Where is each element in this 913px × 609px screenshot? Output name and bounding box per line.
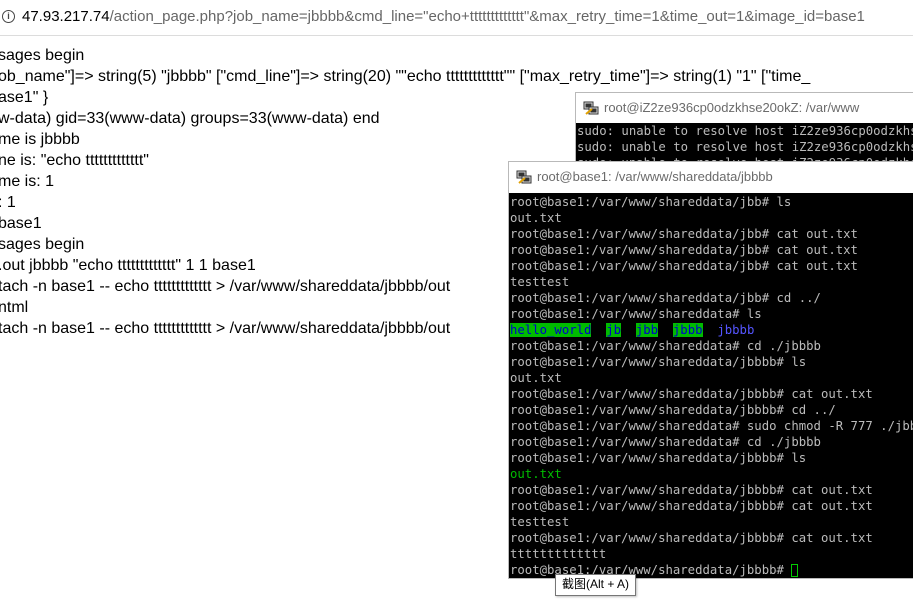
window-title: root@iZ2ze936cp0odzkhse20okZ: /var/www bbox=[604, 100, 860, 115]
window-title: root@base1: /var/www/shareddata/jbbbb bbox=[537, 169, 773, 184]
terminal-line: root@base1:/var/www/shareddata/jbbbb# cd… bbox=[510, 403, 836, 417]
terminal-line: root@base1:/var/www/shareddata/jbb# cat … bbox=[510, 259, 858, 273]
output-line: tach -n base1 -- echo ttttttttttttt > /v… bbox=[0, 320, 451, 337]
url-path: /action_page.php?job_name=jbbbb&cmd_line… bbox=[109, 8, 865, 25]
putty-icon bbox=[516, 170, 532, 184]
screenshot-tooltip: 截图(Alt + A) bbox=[555, 574, 637, 596]
terminal-screen[interactable]: root@base1:/var/www/shareddata/jbb# ls o… bbox=[509, 193, 913, 578]
terminal-line: root@base1:/var/www/shareddata/jbb# cat … bbox=[510, 243, 858, 257]
terminal-line: root@base1:/var/www/shareddata/jbbbb# ls bbox=[510, 355, 807, 369]
terminal-line: root@base1:/var/www/shareddata# sudo chm… bbox=[510, 419, 913, 433]
terminal-line: root@base1:/var/www/shareddata# cd ./jbb… bbox=[510, 339, 821, 353]
dir-entry: jbb bbox=[635, 323, 659, 337]
putty-icon bbox=[583, 101, 599, 115]
output-line: sages begin bbox=[0, 47, 85, 64]
window-title-bar[interactable]: root@base1: /var/www/shareddata/jbbbb bbox=[509, 162, 913, 192]
output-line: base1 bbox=[0, 215, 42, 232]
dir-entry: jb bbox=[606, 323, 622, 337]
terminal-line: out.txt bbox=[510, 467, 562, 481]
output-line: me is jbbbb bbox=[0, 131, 80, 148]
output-line: ase1" } bbox=[0, 89, 49, 106]
dir-entry: jbbb bbox=[672, 323, 703, 337]
terminal-line: testtest bbox=[510, 275, 570, 289]
info-icon[interactable]: i bbox=[2, 10, 15, 23]
terminal-line: root@base1:/var/www/shareddata# cd ./jbb… bbox=[510, 435, 821, 449]
terminal-line: ttttttttttttt bbox=[510, 547, 607, 561]
terminal-ls-output: hello_world jb jbb jbbb jbbbb bbox=[510, 322, 913, 338]
terminal-line: root@base1:/var/www/shareddata/jbb# cd .… bbox=[510, 291, 821, 305]
output-line: w-data) gid=33(www-data) groups=33(www-d… bbox=[0, 110, 380, 127]
output-line: tach -n base1 -- echo ttttttttttttt > /v… bbox=[0, 278, 451, 295]
window-title-bar[interactable]: root@iZ2ze936cp0odzkhse20okZ: /var/www bbox=[576, 93, 913, 123]
output-line: ntml bbox=[0, 299, 29, 316]
address-bar[interactable]: i 47.93.217.74/action_page.php?job_name=… bbox=[0, 0, 913, 36]
output-line: sages begin bbox=[0, 236, 85, 253]
terminal-line: out.txt bbox=[510, 371, 562, 385]
terminal-line: root@base1:/var/www/shareddata/jbbbb# ca… bbox=[510, 387, 873, 401]
url-text[interactable]: 47.93.217.74/action_page.php?job_name=jb… bbox=[22, 8, 865, 25]
terminal-window-back[interactable]: root@iZ2ze936cp0odzkhse20okZ: /var/www s… bbox=[575, 92, 913, 172]
dir-entry: hello_world bbox=[510, 323, 592, 337]
url-host: 47.93.217.74 bbox=[22, 8, 110, 25]
terminal-line: testtest bbox=[510, 515, 570, 529]
output-line: ne is: "echo ttttttttttttt" bbox=[0, 152, 149, 169]
terminal-line: root@base1:/var/www/shareddata/jbbbb# ca… bbox=[510, 531, 873, 545]
text-cursor bbox=[791, 564, 799, 577]
output-line: .out jbbbb "echo ttttttttttttt" 1 1 base… bbox=[0, 257, 256, 274]
terminal-line: root@base1:/var/www/shareddata/jbbbb# ca… bbox=[510, 483, 873, 497]
output-line: ob_name"]=> string(5) "jbbbb" ["cmd_line… bbox=[0, 68, 811, 85]
terminal-line: root@base1:/var/www/shareddata/jbb# cat … bbox=[510, 227, 858, 241]
terminal-prompt: root@base1:/var/www/shareddata/jbbbb# bbox=[510, 563, 792, 577]
terminal-line: root@base1:/var/www/shareddata# ls bbox=[510, 307, 762, 321]
output-line: : 1 bbox=[0, 194, 16, 211]
terminal-line: root@base1:/var/www/shareddata/jbbbb# ca… bbox=[510, 499, 873, 513]
dir-entry: jbbbb bbox=[717, 323, 755, 337]
terminal-line: root@base1:/var/www/shareddata/jbb# ls bbox=[510, 195, 792, 209]
terminal-line: sudo: unable to resolve host iZ2ze936cp0… bbox=[577, 124, 913, 138]
terminal-line: root@base1:/var/www/shareddata/jbbbb# ls bbox=[510, 451, 807, 465]
output-line: me is: 1 bbox=[0, 173, 55, 190]
terminal-line: out.txt bbox=[510, 211, 562, 225]
terminal-line: sudo: unable to resolve host iZ2ze936cp0… bbox=[577, 140, 913, 154]
terminal-window-front[interactable]: root@base1: /var/www/shareddata/jbbbb ro… bbox=[508, 161, 913, 579]
